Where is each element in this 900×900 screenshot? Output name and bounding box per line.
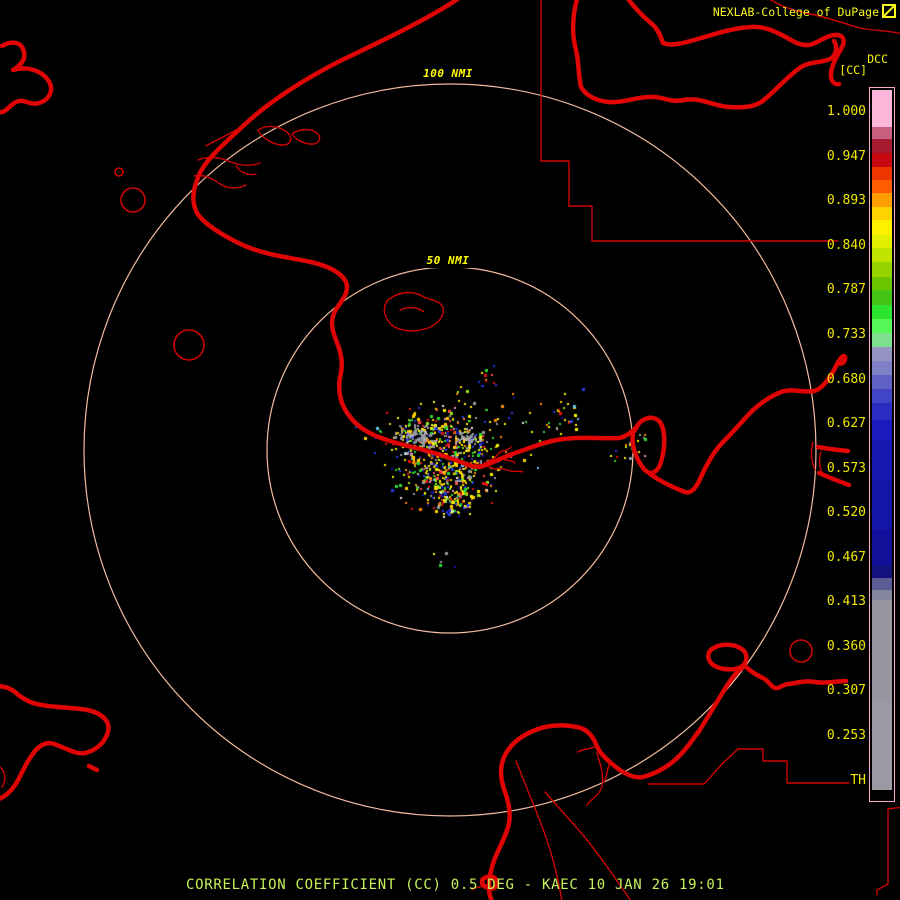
colorbar-segment: [872, 403, 892, 420]
colorbar-tick-label: 0.733: [826, 327, 866, 342]
colorbar-tick-label: 0.413: [826, 594, 866, 609]
colorbar-segment: [872, 290, 892, 305]
colorbar-tick-label: 0.253: [826, 728, 866, 743]
colorbar-segment: [872, 600, 892, 700]
product-caption: CORRELATION COEFFICIENT (CC) 0.5 DEG - K…: [186, 877, 725, 893]
colorbar-segment: [872, 440, 892, 480]
colorbar-tick-label: 0.627: [826, 416, 866, 431]
range-ring-label: 100 NMI: [419, 66, 477, 81]
product-code-label: DCC: [867, 52, 888, 66]
colorbar-segment: [872, 180, 892, 193]
colorbar-segment: [872, 347, 892, 361]
colorbar-segment: [872, 790, 892, 799]
colorbar-segment: [872, 420, 892, 440]
colorbar-tick-label: 0.573: [826, 461, 866, 476]
colorbar-tick-label: 0.307: [826, 683, 866, 698]
colorbar-segment: [872, 167, 892, 180]
colorbar-segment: [872, 361, 892, 375]
colorbar-tick-label: 0.467: [826, 550, 866, 565]
colorbar-segment: [872, 578, 892, 590]
colorbar-tick-label: 0.893: [826, 193, 866, 208]
colorbar-segment: [872, 235, 892, 248]
colorbar-segment: [872, 375, 892, 389]
site-attribution: NEXLAB-College of DuPage: [712, 5, 879, 19]
colorbar-segment: [872, 305, 892, 319]
text-layer: NEXLAB-College of DuPage DCC [CC] CORREL…: [0, 0, 900, 900]
colorbar-segment: [872, 389, 892, 403]
colorbar-segment: [872, 480, 892, 530]
colorbar-tick-label: 0.840: [826, 238, 866, 253]
cod-logo-icon: [882, 4, 896, 18]
colorbar: [869, 87, 895, 802]
colorbar-tick-label: 0.520: [826, 505, 866, 520]
colorbar-segment: [872, 248, 892, 262]
colorbar-segment: [872, 319, 892, 333]
colorbar-tick-label: 0.947: [826, 149, 866, 164]
colorbar-segment: [872, 262, 892, 277]
colorbar-segment: [872, 153, 892, 167]
colorbar-segment: [872, 590, 892, 600]
radar-display: NEXLAB-College of DuPage DCC [CC] CORREL…: [0, 0, 900, 900]
colorbar-segment: [872, 127, 892, 139]
colorbar-segment: [872, 333, 892, 347]
colorbar-segment: [872, 207, 892, 220]
colorbar-segment: [872, 139, 892, 153]
colorbar-segment: [872, 277, 892, 290]
product-units-label: [CC]: [839, 63, 867, 77]
colorbar-segment: [872, 530, 892, 565]
colorbar-segment: [872, 220, 892, 235]
colorbar-tick-label: 1.000: [826, 104, 866, 119]
colorbar-segment: [872, 565, 892, 578]
colorbar-tick-label: 0.680: [826, 372, 866, 387]
colorbar-segment: [872, 193, 892, 207]
range-ring-label: 50 NMI: [422, 253, 474, 268]
colorbar-segment: [872, 90, 892, 127]
colorbar-tick-label: 0.787: [826, 282, 866, 297]
colorbar-tick-label: 0.360: [826, 639, 866, 654]
colorbar-segment: [872, 700, 892, 790]
colorbar-tick-label: TH: [850, 773, 866, 788]
